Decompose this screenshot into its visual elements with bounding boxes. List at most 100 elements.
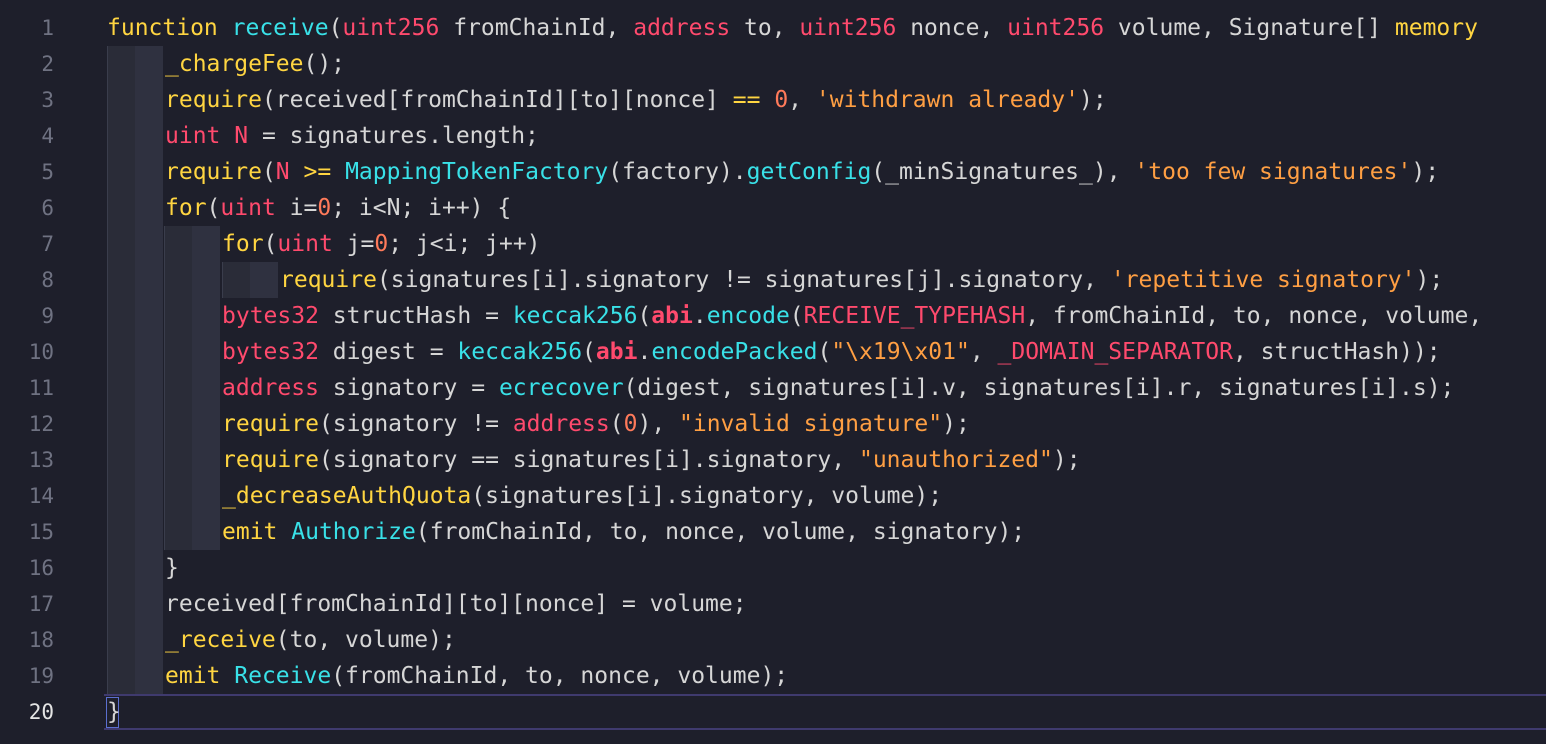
code-lines[interactable]: 1 function receive(uint256 fromChainId, a… — [0, 0, 1546, 744]
code-token: , — [969, 339, 998, 365]
code-line[interactable]: 3 require(received[fromChainId][to][nonce… — [0, 82, 1546, 118]
code-token: ); — [942, 411, 970, 437]
code-line[interactable]: 18 _receive(to, volume); — [0, 622, 1546, 658]
code-token: == — [732, 87, 761, 113]
code-line[interactable]: 14 _decreaseAuthQuota(signatures[i].signa… — [0, 478, 1546, 514]
code-line[interactable]: 15 emit Authorize(fromChainId, to, nonce,… — [0, 514, 1546, 550]
line-number: 1 — [41, 16, 54, 40]
code-token: getConfig — [746, 159, 872, 185]
code-token: (received[fromChainId][to][nonce] — [261, 87, 733, 113]
code-token: 'repetitive signatory' — [1110, 267, 1416, 293]
code-token: abi — [595, 339, 638, 365]
line-number: 13 — [28, 448, 54, 472]
line-number: 18 — [28, 628, 54, 652]
code-token: Receive — [234, 663, 332, 689]
code-text: address signatory = ecrecover(digest, si… — [222, 370, 1454, 406]
code-line[interactable]: 4 uint N = signatures.length; — [0, 118, 1546, 154]
code-token: structHash = — [318, 303, 513, 329]
code-token: } — [165, 555, 179, 581]
code-text: _receive(to, volume); — [165, 622, 456, 658]
code-token: (signatory == signatures[i].signatory, — [318, 447, 859, 473]
code-token: address — [633, 15, 731, 41]
code-token: >= — [303, 159, 332, 185]
code-token: N — [234, 123, 249, 149]
code-line[interactable]: 12 require(signatory != address(0), "inva… — [0, 406, 1546, 442]
code-token: received[fromChainId][to][nonce] = volum… — [165, 591, 747, 617]
code-token: , structHash)); — [1232, 339, 1441, 365]
code-token: address — [512, 411, 610, 437]
code-token: encodePacked — [651, 339, 818, 365]
code-line[interactable]: 10 bytes32 digest = keccak256(abi.encodeP… — [0, 334, 1546, 370]
code-text: emit Authorize(fromChainId, to, nonce, v… — [222, 514, 1025, 550]
code-token: bytes32 — [222, 303, 319, 329]
code-token: require — [222, 447, 319, 473]
line-number: 6 — [41, 196, 54, 220]
code-token: "invalid signature" — [679, 411, 943, 437]
code-token: ); — [1052, 447, 1081, 473]
code-token: 0 — [317, 195, 332, 221]
code-token: i= — [275, 195, 318, 221]
code-token: require — [280, 267, 377, 293]
line-number: 4 — [41, 124, 54, 148]
code-token: MappingTokenFactory — [345, 159, 609, 185]
code-line[interactable]: 9 bytes32 structHash = keccak256(abi.enco… — [0, 298, 1546, 334]
code-line[interactable]: 19 emit Receive(fromChainId, to, nonce, v… — [0, 658, 1546, 694]
code-token: keccak256 — [457, 339, 583, 365]
code-line[interactable]: 1 function receive(uint256 fromChainId, a… — [0, 10, 1546, 46]
code-token: for — [165, 195, 207, 221]
line-number: 16 — [28, 556, 54, 580]
code-token: uint256 — [1007, 15, 1105, 41]
line-number: 11 — [28, 376, 54, 400]
code-line[interactable]: 16} — [0, 550, 1546, 586]
line-number: 8 — [41, 268, 54, 292]
code-token: ( — [328, 15, 343, 41]
code-token: 'withdrawn already' — [815, 87, 1079, 113]
code-token: volume, Signature[] — [1104, 15, 1395, 41]
code-token: (); — [303, 51, 346, 77]
code-token: ), — [637, 411, 680, 437]
code-token: ( — [261, 159, 276, 185]
code-text: for(uint j=0; j<i; j++) — [222, 226, 541, 262]
code-token: . — [637, 339, 652, 365]
code-token: _receive — [165, 627, 276, 653]
code-token: uint — [277, 231, 333, 257]
code-token: ; j<i; j++) — [388, 231, 541, 257]
line-number: 12 — [28, 412, 54, 436]
line-number: 14 — [28, 484, 54, 508]
code-token: ( — [609, 411, 624, 437]
code-token: ); — [1078, 87, 1107, 113]
code-token: emit — [222, 519, 278, 545]
code-token: "\x19\x01" — [831, 339, 970, 365]
code-token: ); — [1415, 267, 1444, 293]
code-line[interactable]: 20} — [0, 694, 1546, 730]
code-token: memory — [1394, 15, 1478, 41]
line-number: 2 — [41, 52, 54, 76]
code-line[interactable]: 13 require(signatory == signatures[i].sig… — [0, 442, 1546, 478]
line-number: 15 — [28, 520, 54, 544]
code-token: uint256 — [342, 15, 440, 41]
code-token: encode — [706, 303, 790, 329]
code-token: j= — [332, 231, 375, 257]
code-line[interactable]: 8 require(signatures[i].signatory != sign… — [0, 262, 1546, 298]
line-number: 9 — [41, 304, 54, 328]
code-token: require — [165, 87, 262, 113]
code-line[interactable]: 5 require(N >= MappingTokenFactory(factor… — [0, 154, 1546, 190]
code-editor[interactable]: 1 function receive(uint256 fromChainId, a… — [0, 0, 1546, 744]
code-token: ); — [1411, 159, 1440, 185]
code-token: uint — [165, 123, 221, 149]
code-line[interactable]: 6 for(uint i=0; i<N; i++) { — [0, 190, 1546, 226]
code-text: require(signatures[i].signatory != signa… — [280, 262, 1443, 298]
code-line[interactable]: 17 received[fromChainId][to][nonce] = vol… — [0, 586, 1546, 622]
code-token: 0 — [774, 87, 789, 113]
code-token: , fromChainId, to, nonce, volume, — [1025, 303, 1483, 329]
code-line[interactable]: 2 _chargeFee(); — [0, 46, 1546, 82]
code-token: 0 — [374, 231, 389, 257]
code-token: ( — [817, 339, 832, 365]
code-token: ; i<N; i++) { — [331, 195, 512, 221]
code-line[interactable]: 11 address signatory = ecrecover(digest, … — [0, 370, 1546, 406]
code-line[interactable]: 7 for(uint j=0; j<i; j++) — [0, 226, 1546, 262]
code-token: Authorize — [291, 519, 416, 545]
